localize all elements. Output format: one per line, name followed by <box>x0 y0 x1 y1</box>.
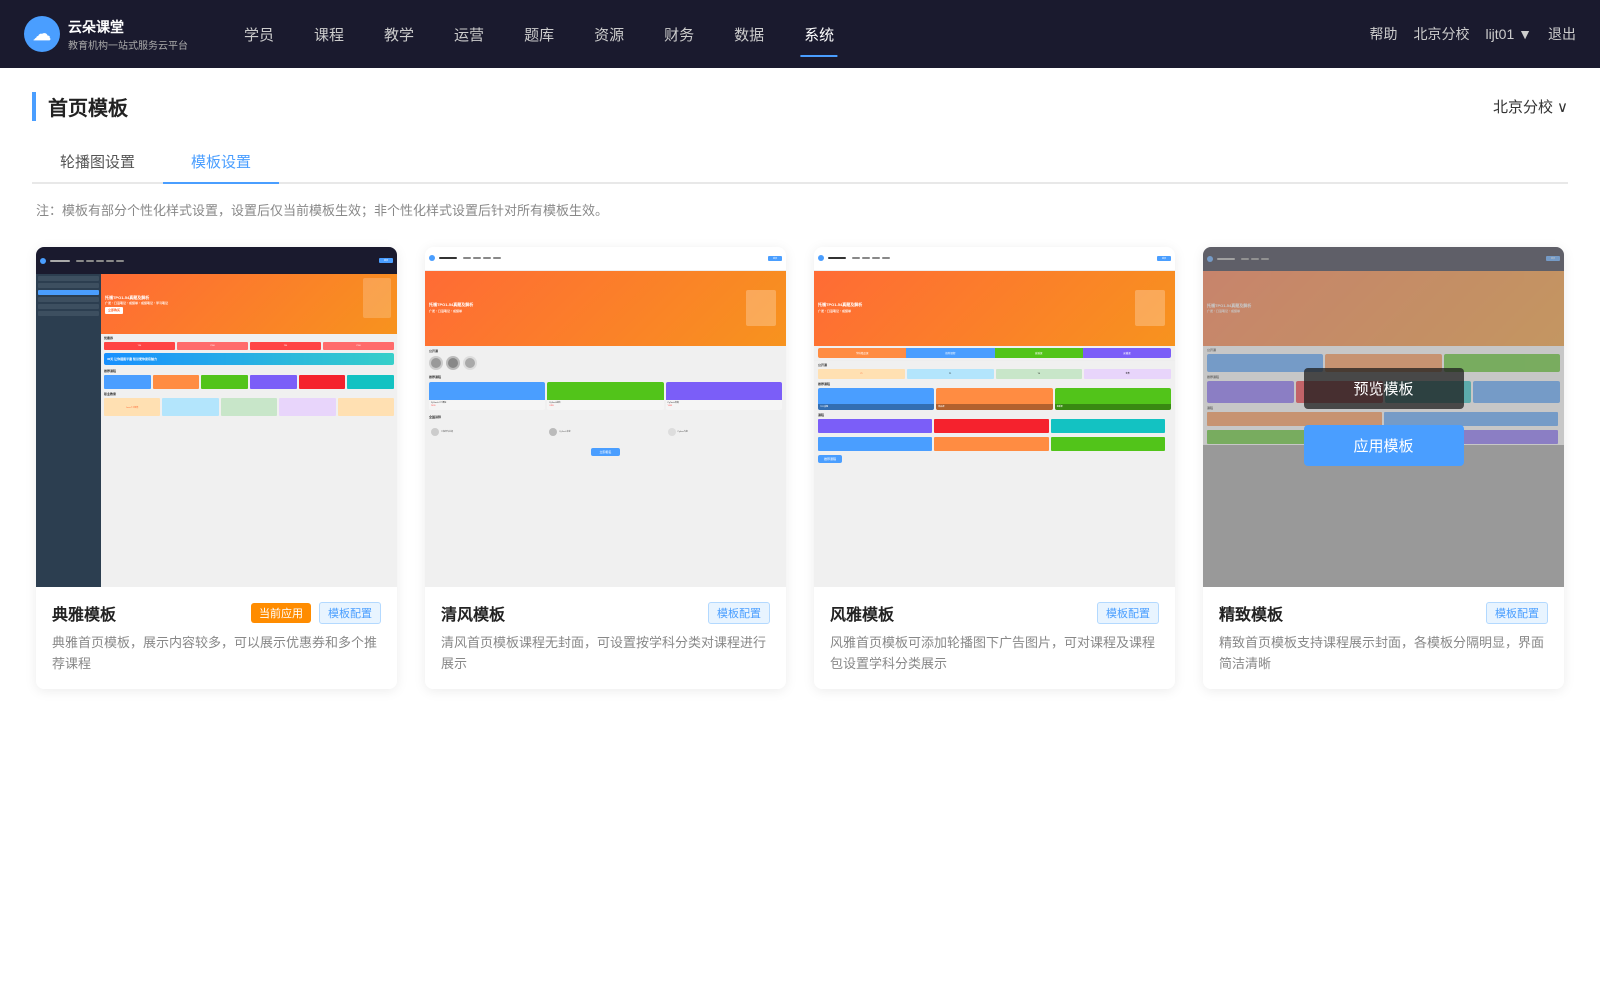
template-preview-3[interactable]: 登录 托福TPO1-54真题及解析 广发・口语笔记・成绩单 学科精品课 推荐课程 <box>814 247 1175 587</box>
nav-help[interactable]: 帮助 <box>1369 24 1397 44</box>
nav-item-finance[interactable]: 财务 <box>648 16 710 53</box>
apply-template-btn-4[interactable]: 应用模板 <box>1304 425 1464 466</box>
template-badges-1: 当前应用 模板配置 <box>251 602 381 624</box>
nav-items: 学员 课程 教学 运营 题库 资源 财务 数据 系统 <box>228 16 1369 53</box>
template-desc-1: 典雅首页模板，展示内容较多，可以展示优惠券和多个推荐课程 <box>52 633 381 675</box>
template-preview-4[interactable]: 登录 托福TPO1-54真题及解析 广发・口语笔记・成绩单 公开课 <box>1203 247 1564 587</box>
template-desc-3: 风雅首页模板可添加轮播图下广告图片，可对课程及课程包设置学科分类展示 <box>830 633 1159 675</box>
logo-text-sub: 教育机构一站式服务云平台 <box>68 37 188 52</box>
template-badges-4: 模板配置 <box>1486 602 1548 624</box>
template-badges-3: 模板配置 <box>1097 602 1159 624</box>
badge-config-1[interactable]: 模板配置 <box>319 602 381 624</box>
template-name-1: 典雅模板 <box>52 601 116 625</box>
nav-user[interactable]: lijt01 ▼ <box>1485 26 1532 42</box>
tab-carousel[interactable]: 轮播图设置 <box>32 141 163 184</box>
navbar: ☁ 云朵课堂 教育机构一站式服务云平台 学员 课程 教学 运营 题库 资源 财务… <box>0 0 1600 68</box>
nav-branch[interactable]: 北京分校 <box>1413 24 1469 44</box>
nav-item-resources[interactable]: 资源 <box>578 16 640 53</box>
preview-template-btn-4[interactable]: 预览模板 <box>1304 368 1464 409</box>
template-footer-1: 典雅模板 当前应用 模板配置 典雅首页模板，展示内容较多，可以展示优惠券和多个推… <box>36 587 397 689</box>
template-grid: 登录 <box>32 247 1568 689</box>
logo-text: 云朵课堂 教育机构一站式服务云平台 <box>68 17 188 52</box>
nav-item-courses[interactable]: 课程 <box>298 16 360 53</box>
badge-config-4[interactable]: 模板配置 <box>1486 602 1548 624</box>
page-header: 首页模板 北京分校 ∨ <box>32 92 1568 121</box>
page-title: 首页模板 <box>32 92 128 121</box>
template-name-3: 风雅模板 <box>830 601 894 625</box>
template-name-4: 精致模板 <box>1219 601 1283 625</box>
template-footer-3: 风雅模板 模板配置 风雅首页模板可添加轮播图下广告图片，可对课程及课程包设置学科… <box>814 587 1175 689</box>
badge-config-3[interactable]: 模板配置 <box>1097 602 1159 624</box>
logo-icon: ☁ <box>24 16 60 52</box>
template-footer-2: 清风模板 模板配置 清风首页模板课程无封面，可设置按学科分类对课程进行展示 <box>425 587 786 689</box>
badge-current-1: 当前应用 <box>251 603 311 623</box>
template-card-2: 登录 托福TPO1-54真题及解析 广发・口语笔记・成绩单 公开课 <box>425 247 786 689</box>
tabs: 轮播图设置 模板设置 <box>32 141 1568 184</box>
nav-item-operations[interactable]: 运营 <box>438 16 500 53</box>
template-card-1: 登录 <box>36 247 397 689</box>
template-card-3: 登录 托福TPO1-54真题及解析 广发・口语笔记・成绩单 学科精品课 推荐课程 <box>814 247 1175 689</box>
nav-item-data[interactable]: 数据 <box>718 16 780 53</box>
template-name-2: 清风模板 <box>441 601 505 625</box>
nav-item-teaching[interactable]: 教学 <box>368 16 430 53</box>
logo: ☁ 云朵课堂 教育机构一站式服务云平台 <box>24 16 188 52</box>
template-card-4: 登录 托福TPO1-54真题及解析 广发・口语笔记・成绩单 公开课 <box>1203 247 1564 689</box>
nav-right: 帮助 北京分校 lijt01 ▼ 退出 <box>1369 24 1576 44</box>
template-footer-4: 精致模板 模板配置 精致首页模板支持课程展示封面，各模板分隔明显，界面简洁清晰 <box>1203 587 1564 689</box>
template-desc-4: 精致首页模板支持课程展示封面，各模板分隔明显，界面简洁清晰 <box>1219 633 1548 675</box>
branch-selector[interactable]: 北京分校 ∨ <box>1493 96 1568 117</box>
template-badges-2: 模板配置 <box>708 602 770 624</box>
page-content: 首页模板 北京分校 ∨ 轮播图设置 模板设置 注：模板有部分个性化样式设置，设置… <box>0 68 1600 990</box>
tab-template[interactable]: 模板设置 <box>163 141 279 184</box>
template-preview-2[interactable]: 登录 托福TPO1-54真题及解析 广发・口语笔记・成绩单 公开课 <box>425 247 786 587</box>
nav-item-questions[interactable]: 题库 <box>508 16 570 53</box>
nav-item-system[interactable]: 系统 <box>788 16 850 53</box>
template-preview-1[interactable]: 登录 <box>36 247 397 587</box>
badge-config-2[interactable]: 模板配置 <box>708 602 770 624</box>
note: 注：模板有部分个性化样式设置，设置后仅当前模板生效；非个性化样式设置后针对所有模… <box>32 200 1568 219</box>
logo-text-main: 云朵课堂 <box>68 17 188 37</box>
nav-logout[interactable]: 退出 <box>1548 24 1576 44</box>
nav-item-students[interactable]: 学员 <box>228 16 290 53</box>
template-overlay-4: 预览模板 应用模板 <box>1203 247 1564 587</box>
template-desc-2: 清风首页模板课程无封面，可设置按学科分类对课程进行展示 <box>441 633 770 675</box>
